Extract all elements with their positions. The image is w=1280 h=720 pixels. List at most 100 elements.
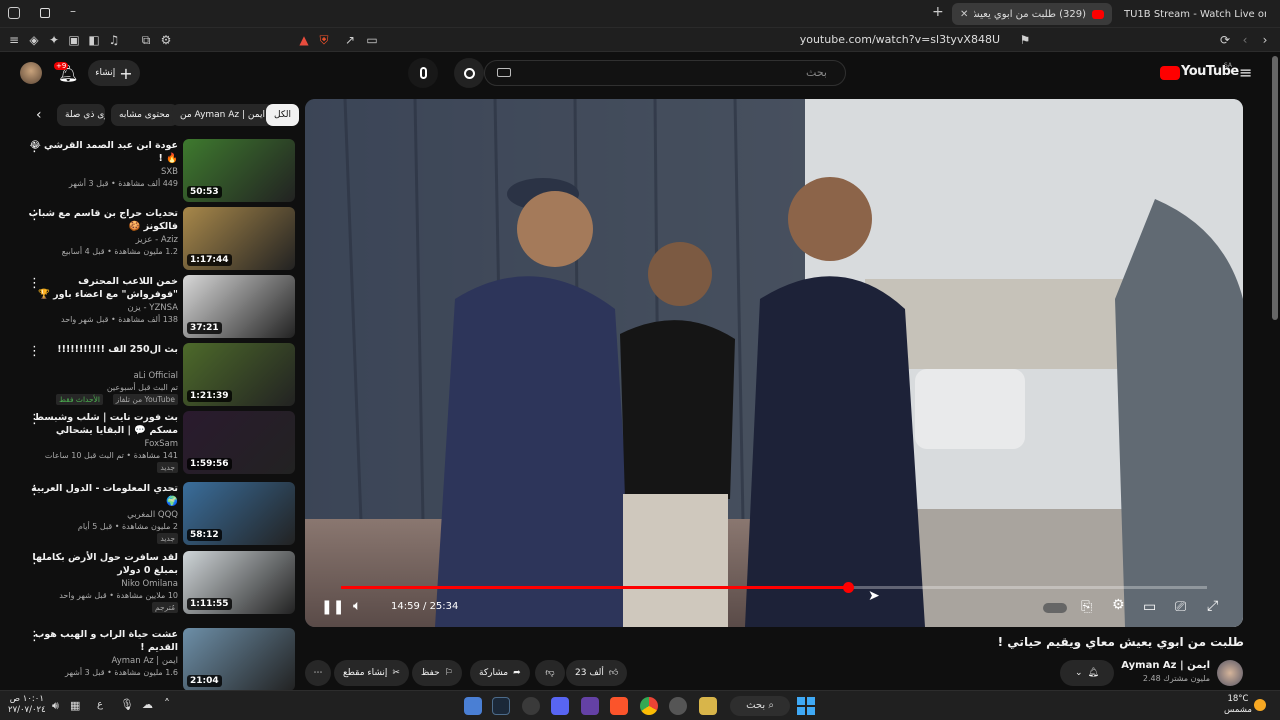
progress-track[interactable] bbox=[341, 582, 1207, 593]
like-button[interactable]: 23 ألف 👍︎ bbox=[566, 660, 628, 686]
dislike-button[interactable]: 👎︎ bbox=[535, 660, 565, 686]
keyboard-icon[interactable] bbox=[497, 68, 511, 77]
more-actions-button[interactable]: ⋯ bbox=[305, 660, 331, 686]
brave-app-icon[interactable] bbox=[610, 697, 628, 715]
tray-overflow-icon[interactable]: ˄ bbox=[164, 697, 170, 711]
list-item-title[interactable]: بث ال250 الف !!!!!!!!!!! bbox=[28, 343, 178, 356]
discord-app-icon[interactable] bbox=[551, 697, 569, 715]
subtitles-icon[interactable]: ⎘ bbox=[1081, 599, 1092, 615]
search-input[interactable]: بحث bbox=[484, 60, 846, 86]
forward-icon[interactable]: › bbox=[1257, 32, 1273, 48]
tab-actions-icon[interactable] bbox=[40, 8, 50, 18]
list-item[interactable]: ⋮ 50:53 عودة ابن عبد الصمد القرشي 😂🔥 ! SXB 4… bbox=[20, 139, 298, 203]
cloud-tray-icon[interactable]: ☁ bbox=[142, 698, 153, 711]
twitch-app-icon[interactable] bbox=[581, 697, 599, 715]
address-bar[interactable]: youtube.com/watch?v=sl3tyvX848U bbox=[700, 31, 1000, 49]
list-item-title[interactable]: عودة ابن عبد الصمد القرشي 😂🔥 ! bbox=[28, 139, 178, 165]
list-item[interactable]: ⋮ 1:21:39 بث ال250 الف !!!!!!!!!!! aLi Offi… bbox=[20, 343, 298, 407]
list-item-channel[interactable]: aLi Official bbox=[28, 371, 178, 381]
settings-gear-icon[interactable]: ⚙ bbox=[1112, 597, 1125, 613]
bookmark-icon[interactable]: ⚑ bbox=[1017, 32, 1033, 48]
extensions-icon[interactable]: ✦ bbox=[46, 32, 62, 48]
cast-screen-icon[interactable]: ⎚ bbox=[1175, 599, 1186, 615]
chip-all[interactable]: الكل bbox=[266, 104, 300, 126]
save-button[interactable]: حفظ ⚐ bbox=[412, 660, 462, 686]
autoplay-toggle[interactable] bbox=[1043, 603, 1067, 613]
minimize-icon[interactable]: – bbox=[70, 4, 76, 18]
list-item-channel[interactable]: SXB bbox=[28, 167, 178, 177]
video-thumbnail[interactable]: 1:59:56 bbox=[183, 411, 295, 474]
settings-icon[interactable]: ⚙ bbox=[158, 32, 174, 48]
avatar[interactable] bbox=[20, 62, 42, 84]
screenshot-icon[interactable]: ⧉ bbox=[138, 32, 154, 48]
list-item-channel[interactable]: Ayman Az | ايمن bbox=[28, 656, 178, 666]
list-item-channel[interactable]: عزيز - Aziz bbox=[28, 235, 178, 245]
xbox-app-icon[interactable] bbox=[522, 697, 540, 715]
clock[interactable]: ١٠:٠١ ص ٢٧/٠٧/٠٢٤ bbox=[8, 694, 46, 716]
weather-widget[interactable]: 18°C مشمس bbox=[1220, 694, 1256, 716]
shield-icon[interactable]: ◈ bbox=[26, 32, 42, 48]
new-tab-button[interactable]: + bbox=[932, 4, 944, 20]
hamburger-menu-icon[interactable]: ≡ bbox=[1239, 63, 1252, 82]
channel-name[interactable]: Ayman Az | ايمن bbox=[1100, 660, 1210, 671]
vpn-app-icon[interactable] bbox=[464, 697, 482, 715]
list-item-title[interactable]: عشت حياة الراب و الهيب هوب القديم ! bbox=[28, 628, 178, 654]
brave-shield-icon[interactable]: ⛨ bbox=[316, 32, 332, 48]
theater-mode-icon[interactable]: ▭ bbox=[1143, 599, 1156, 615]
pause-icon[interactable]: ❚❚ bbox=[321, 599, 344, 615]
list-item[interactable]: ⋮ 37:21 خمن اللاعب المحترف "فوفرواش" مع اع… bbox=[20, 275, 298, 339]
taskbar-search[interactable]: بحث ⌕ bbox=[730, 696, 790, 716]
video-thumbnail[interactable]: 1:21:39 bbox=[183, 343, 295, 406]
volume-icon[interactable]: 🔈︎ bbox=[353, 598, 361, 614]
list-item-title[interactable]: تحديات حراج بن قاسم مع شباب فالكونز 🍪 bbox=[28, 207, 178, 233]
video-player[interactable]: ❚❚ 🔈︎ 14:59 / 25:34 ⎘ ⚙ ▭ ⎚ ⤢ bbox=[305, 99, 1243, 627]
video-thumbnail[interactable]: 1:11:55 bbox=[183, 551, 295, 614]
list-item[interactable]: ⋮ 1:17:44 تحديات حراج بن قاسم مع شباب فالك… bbox=[20, 207, 298, 271]
subscribed-button[interactable]: ⌄ 🔔︎ bbox=[1060, 660, 1114, 686]
page-scrollbar[interactable] bbox=[1272, 56, 1278, 320]
close-tab-icon[interactable]: ✕ bbox=[960, 9, 968, 20]
chip-related[interactable]: محتوى ذي صلة bbox=[57, 104, 105, 126]
tab-kick[interactable]: TU1B Stream - Watch Live on Kick bbox=[1116, 3, 1266, 25]
sidebar-icon[interactable]: ◧ bbox=[86, 32, 102, 48]
share-button[interactable]: مشاركة ➦ bbox=[470, 660, 530, 686]
share-icon[interactable]: ↗ bbox=[342, 32, 358, 48]
back-icon[interactable]: ‹ bbox=[1237, 32, 1253, 48]
menu-icon[interactable]: ≡ bbox=[6, 32, 22, 48]
reload-icon[interactable]: ⟳ bbox=[1217, 32, 1233, 48]
list-item-channel[interactable]: يزن - YZNSA bbox=[28, 303, 178, 313]
music-icon[interactable]: ♫ bbox=[106, 32, 122, 48]
list-item-channel[interactable]: FoxSam bbox=[28, 439, 178, 449]
list-item-title[interactable]: لقد سافرت حول الأرض بكاملها بمبلغ 0 دولا… bbox=[28, 551, 178, 577]
volume-tray-icon[interactable]: 🔊︎ bbox=[52, 699, 59, 713]
video-thumbnail[interactable]: 21:04 bbox=[183, 628, 295, 691]
cast-icon[interactable]: ▭ bbox=[364, 32, 380, 48]
list-item[interactable]: ⋮ 1:11:55 لقد سافرت حول الأرض بكاملها بمبل… bbox=[20, 551, 298, 615]
file-explorer-icon[interactable] bbox=[699, 697, 717, 715]
list-item-title[interactable]: بث فورت نايت | شلب وشبسط مسكم 💬 | البقاي… bbox=[28, 411, 178, 437]
clip-button[interactable]: إنشاء مقطع ✂ bbox=[334, 660, 409, 686]
voice-search-button[interactable] bbox=[408, 58, 438, 88]
channel-avatar[interactable] bbox=[1217, 660, 1243, 686]
list-item[interactable]: ⋮ 21:04 عشت حياة الراب و الهيب هوب القديم … bbox=[20, 628, 298, 692]
start-button[interactable] bbox=[797, 697, 815, 715]
list-item-title[interactable]: تحدي المعلومات - الدول العربية 🌍 bbox=[28, 482, 178, 508]
create-button[interactable]: إنشاء + bbox=[88, 60, 140, 86]
settings-app-icon[interactable] bbox=[669, 697, 687, 715]
tabs-icon[interactable]: ▣ bbox=[66, 32, 82, 48]
video-thumbnail[interactable]: 37:21 bbox=[183, 275, 295, 338]
list-item[interactable]: ⋮ 1:59:56 بث فورت نايت | شلب وشبسط مسكم 💬 … bbox=[20, 411, 298, 475]
chip-similar[interactable]: محتوى مشابه bbox=[111, 104, 178, 126]
list-item-channel[interactable]: المغربي QQQ bbox=[28, 510, 178, 520]
brave-rewards-icon[interactable]: ▲ bbox=[296, 32, 312, 48]
chrome-app-icon[interactable] bbox=[640, 697, 658, 715]
video-thumbnail[interactable]: 58:12 bbox=[183, 482, 295, 545]
video-frame[interactable] bbox=[305, 99, 1243, 627]
mic-tray-icon[interactable]: 🎙︎ bbox=[120, 698, 134, 711]
tab-youtube[interactable]: ✕ (329) طلبت من ابوي يعيش معا bbox=[952, 3, 1112, 25]
search-button[interactable] bbox=[454, 58, 484, 88]
youtube-logo-icon[interactable] bbox=[1160, 66, 1180, 80]
network-tray-icon[interactable]: ▦ bbox=[70, 699, 80, 712]
chips-scroll-left-icon[interactable]: ‹ bbox=[36, 107, 42, 123]
chip-from-channel[interactable]: من Ayman Az | ايمن bbox=[172, 104, 273, 126]
